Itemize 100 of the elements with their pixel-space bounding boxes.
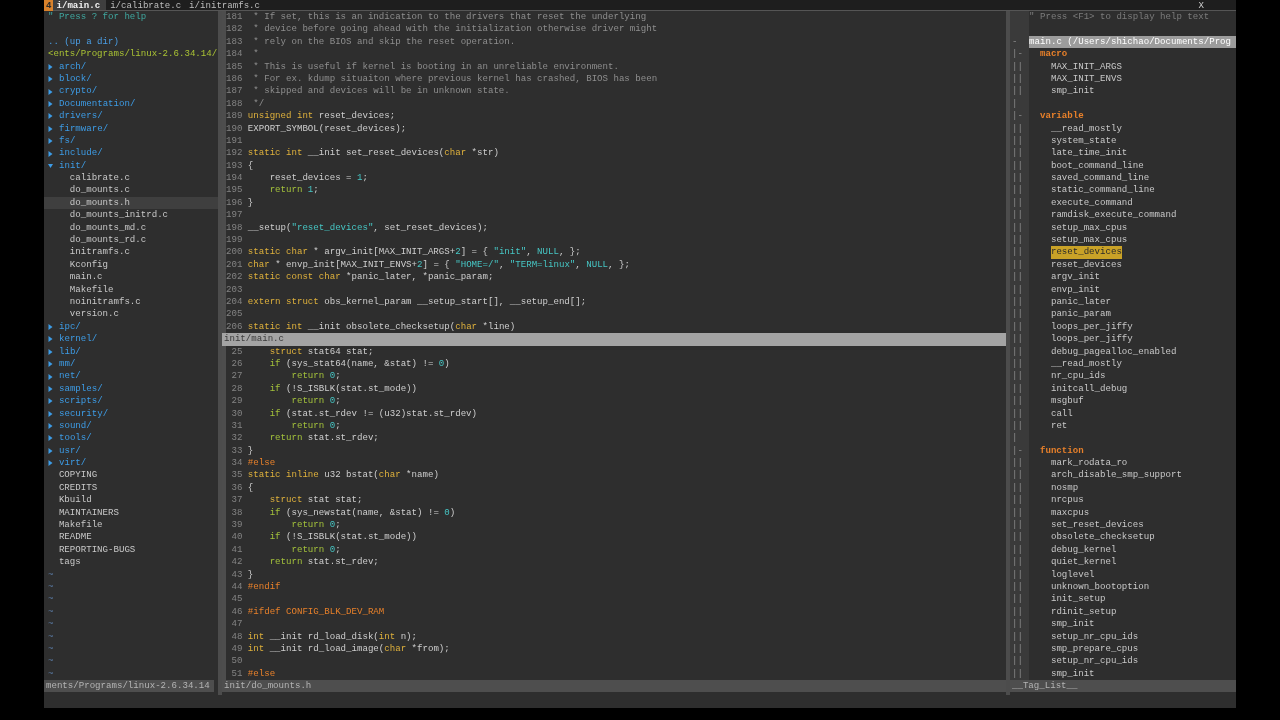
tree-item[interactable]: arch/ — [48, 60, 87, 73]
tree-item[interactable]: README — [48, 531, 92, 544]
fold-marker[interactable]: || — [1010, 519, 1030, 532]
tag-item[interactable]: envp_init — [1050, 283, 1101, 296]
tag-item[interactable]: maxcpus — [1050, 506, 1090, 520]
tag-item[interactable]: reset_devices — [1050, 258, 1122, 272]
fold-marker[interactable]: || — [1010, 209, 1030, 222]
fold-marker[interactable]: || — [1010, 469, 1030, 482]
tree-item[interactable]: include/ — [48, 147, 103, 160]
tag-item[interactable]: MAX_INIT_ENVS — [1050, 72, 1122, 86]
tag-item[interactable]: unknown_bootoption — [1050, 580, 1150, 594]
tab[interactable]: i/calibrate.c — [106, 0, 186, 10]
tag-item[interactable]: initcall_debug — [1050, 382, 1128, 396]
tag-item[interactable]: arch_disable_smp_support — [1050, 469, 1182, 482]
tree-item[interactable]: do_mounts.c — [48, 184, 130, 197]
tree-item[interactable]: usr/ — [48, 444, 81, 458]
tree-item[interactable]: firmware/ — [48, 122, 109, 135]
tree-item[interactable]: block/ — [48, 72, 92, 86]
tree-item[interactable]: scripts/ — [48, 395, 103, 408]
tree-item[interactable]: lib/ — [48, 345, 81, 358]
tag-item[interactable]: set_reset_devices — [1050, 519, 1144, 532]
tag-item[interactable]: debug_pagealloc_enabled — [1050, 345, 1177, 358]
fold-marker[interactable]: || — [1010, 457, 1030, 470]
tag-item[interactable]: panic_param — [1050, 308, 1111, 321]
tag-group-label[interactable]: variable — [1029, 110, 1084, 123]
tag-item[interactable]: mark_rodata_ro — [1050, 457, 1128, 470]
tree-item[interactable]: CREDITS — [48, 481, 98, 495]
fold-marker[interactable]: || — [1010, 370, 1030, 383]
tree-item[interactable]: Kbuild — [48, 494, 92, 507]
tag-item[interactable]: system_state — [1050, 134, 1117, 148]
tab[interactable]: i/initramfs.c — [185, 0, 265, 10]
tree-item[interactable]: kernel/ — [48, 333, 98, 346]
tag-item[interactable]: quiet_kernel — [1050, 556, 1117, 569]
tree-item[interactable]: drivers/ — [48, 110, 103, 123]
tree-item[interactable]: ipc/ — [48, 320, 81, 334]
tag-item[interactable]: smp_prepare_cpus — [1050, 642, 1139, 656]
tree-item[interactable]: init/ — [48, 159, 87, 173]
tag-item[interactable]: ramdisk_execute_command — [1050, 209, 1177, 222]
tree-item[interactable]: Makefile — [48, 283, 114, 296]
tag-item[interactable]: panic_later — [1050, 296, 1111, 309]
tag-item[interactable]: late_time_init — [1050, 147, 1128, 160]
fold-marker[interactable]: | — [1010, 432, 1030, 445]
tag-item[interactable]: smp_init — [1050, 667, 1095, 681]
tag-item[interactable]: msgbuf — [1050, 395, 1084, 408]
tag-item[interactable]: setup_nr_cpu_ids — [1050, 655, 1139, 668]
tag-item[interactable]: debug_kernel — [1050, 543, 1117, 557]
fold-marker[interactable]: || — [1010, 271, 1030, 284]
fold-marker[interactable]: || — [1010, 556, 1030, 569]
tree-item[interactable]: main.c — [48, 271, 103, 284]
close-button[interactable]: X — [1192, 0, 1210, 11]
tag-item[interactable]: nosmp — [1050, 481, 1079, 495]
fold-marker[interactable]: || — [1010, 172, 1030, 185]
tree-item[interactable]: mm/ — [48, 357, 76, 371]
tree-item[interactable]: version.c — [48, 308, 119, 321]
tree-item[interactable]: REPORTING-BUGS — [48, 543, 136, 557]
tree-item[interactable]: virt/ — [48, 457, 87, 470]
tree-item[interactable]: Kconfig — [48, 258, 109, 272]
tag-group-label[interactable]: function — [1029, 444, 1084, 458]
fold-marker[interactable]: || — [1010, 333, 1030, 346]
fold-marker[interactable]: || — [1010, 655, 1030, 668]
tree-item[interactable]: do_mounts_md.c — [48, 221, 147, 235]
tag-item[interactable]: rdinit_setup — [1050, 605, 1117, 619]
fold-marker[interactable]: || — [1010, 184, 1030, 197]
tree-item[interactable]: do_mounts_rd.c — [48, 234, 147, 247]
tag-item[interactable]: argv_init — [1050, 271, 1101, 284]
tag-item[interactable]: __read_mostly — [1050, 122, 1122, 135]
tag-item[interactable]: smp_init — [1050, 85, 1095, 98]
tree-item[interactable]: COPYING — [48, 469, 98, 482]
tag-item[interactable]: __read_mostly — [1050, 357, 1122, 371]
fold-marker[interactable]: || — [1010, 395, 1030, 408]
tag-item[interactable]: setup_max_cpus — [1050, 221, 1128, 235]
fold-marker[interactable]: || — [1010, 246, 1030, 259]
fold-marker[interactable]: || — [1010, 618, 1030, 631]
tree-item[interactable]: samples/ — [48, 382, 103, 396]
tag-item[interactable]: boot_command_line — [1050, 159, 1144, 173]
tab[interactable]: 4 i/main.c — [44, 0, 107, 10]
tree-item[interactable]: Makefile — [48, 519, 103, 532]
tag-item[interactable]: static_command_line — [1050, 184, 1155, 197]
tree-item[interactable]: tools/ — [48, 432, 92, 445]
tree-item[interactable]: crypto/ — [48, 85, 98, 98]
tree-item[interactable]: Documentation/ — [48, 97, 136, 111]
fold-marker[interactable]: || — [1010, 494, 1030, 507]
tag-item[interactable]: setup_nr_cpu_ids — [1050, 630, 1139, 643]
tree-item[interactable]: noinitramfs.c — [48, 296, 141, 309]
tag-item[interactable]: execute_command — [1050, 196, 1133, 210]
tag-item[interactable]: loglevel — [1050, 568, 1095, 581]
fold-marker[interactable]: |- — [1010, 110, 1030, 123]
tree-item[interactable]: sound/ — [48, 419, 92, 433]
parent-dir-link[interactable]: .. (up a dir) — [48, 35, 218, 49]
tree-item[interactable]: security/ — [48, 407, 109, 420]
tag-group-label[interactable]: macro — [1029, 48, 1068, 61]
fold-marker[interactable]: |- — [1010, 48, 1030, 61]
tag-item[interactable]: saved_command_line — [1050, 172, 1150, 185]
tag-item[interactable]: reset_devices — [1050, 246, 1122, 259]
tag-item[interactable]: ret — [1050, 419, 1068, 433]
fold-marker[interactable]: || — [1010, 593, 1030, 606]
tree-item[interactable]: do_mounts_initrd.c — [48, 209, 169, 222]
tree-item[interactable]: net/ — [48, 370, 81, 383]
tree-item[interactable]: calibrate.c — [48, 172, 130, 185]
tree-item[interactable]: tags — [48, 556, 81, 569]
